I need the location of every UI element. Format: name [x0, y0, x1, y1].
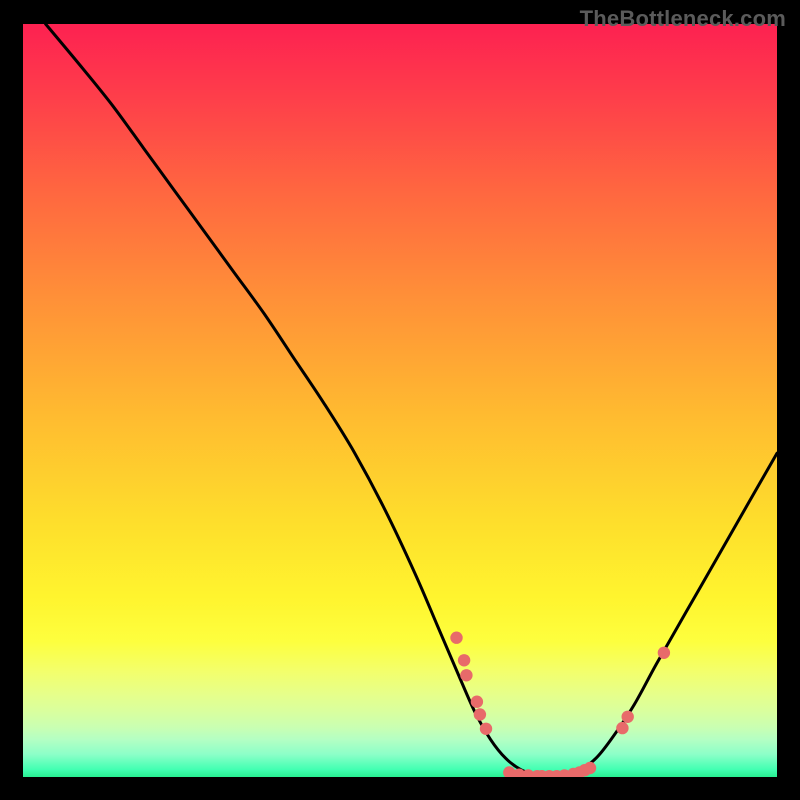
- curve-marker: [480, 723, 492, 735]
- curve-marker: [474, 708, 486, 720]
- curve-marker: [471, 696, 483, 708]
- curve-marker: [658, 647, 670, 659]
- curve-marker: [450, 632, 462, 644]
- curve-marker: [460, 669, 472, 681]
- curve-markers: [450, 632, 670, 778]
- plot-area: [23, 24, 777, 777]
- bottleneck-curve: [46, 24, 777, 776]
- curve-marker: [616, 722, 628, 734]
- curve-marker: [622, 711, 634, 723]
- watermark-text: TheBottleneck.com: [580, 6, 786, 32]
- chart-frame: TheBottleneck.com: [0, 0, 800, 800]
- curve-marker: [584, 762, 596, 774]
- curve-marker: [458, 654, 470, 666]
- curve-layer: [23, 24, 777, 777]
